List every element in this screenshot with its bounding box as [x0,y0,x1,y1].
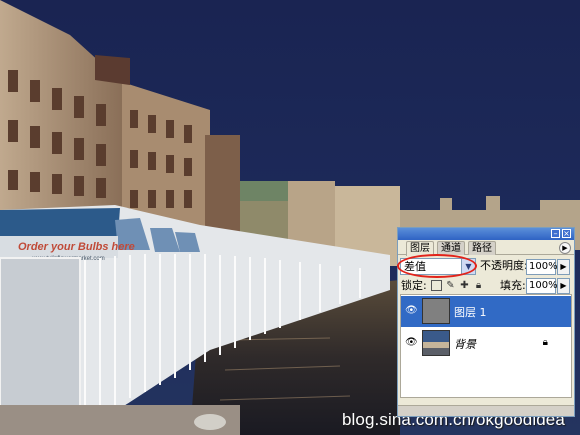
layers-list: 👁︎ 图层 1 👁︎ 背景 🔒︎ [400,294,572,398]
layer-name: 图层 1 [454,306,487,319]
close-icon[interactable]: × [562,229,571,238]
fill-label: 填充: [500,279,526,292]
triangle-menu-icon[interactable]: ▶ [559,242,571,254]
lock-all-icon[interactable]: 🔒︎ [473,280,484,291]
lock-fill-row: 锁定: ✎ ✚ 🔒︎ 填充: 100% ▶ [398,277,574,295]
layer-thumbnail [422,330,450,356]
opacity-input[interactable]: 100% [526,259,558,275]
blend-opacity-row: 差值 ▼ 不透明度: 100% ▶ [397,254,574,278]
opacity-arrow-icon[interactable]: ▶ [557,259,570,275]
lock-label: 锁定: [401,279,427,292]
tab-channels[interactable]: 通道 [437,241,465,255]
fill-input[interactable]: 100% [526,278,558,294]
lock-image-icon[interactable]: ✎ [445,280,456,291]
highlight-ring [397,254,477,278]
layer-row-background[interactable]: 👁︎ 背景 🔒︎ [401,328,571,359]
lock-icon: 🔒︎ [542,337,548,348]
tab-paths[interactable]: 路径 [468,241,496,255]
minimize-icon[interactable]: – [551,229,560,238]
lock-transparent-icon[interactable] [431,280,442,291]
opacity-label: 不透明度: [480,259,528,272]
lock-position-icon[interactable]: ✚ [459,280,470,291]
layer-row-1[interactable]: 👁︎ 图层 1 [401,296,571,327]
eye-icon[interactable]: 👁︎ [405,306,418,316]
panel-footer [398,405,574,416]
shop-sign-text: Order your Bulbs here [18,241,135,253]
fill-arrow-icon[interactable]: ▶ [557,278,570,294]
eye-icon[interactable]: 👁︎ [405,338,418,348]
layer-thumbnail [422,298,450,324]
layer-name: 背景 [454,338,476,351]
panel-tabs: 图层 通道 路径 ▶ [398,240,574,256]
layers-panel: – × 图层 通道 路径 ▶ 差值 ▼ 不透明度: 100% ▶ 锁定: ✎ ✚… [397,227,575,417]
panel-titlebar[interactable]: – × [398,228,574,240]
